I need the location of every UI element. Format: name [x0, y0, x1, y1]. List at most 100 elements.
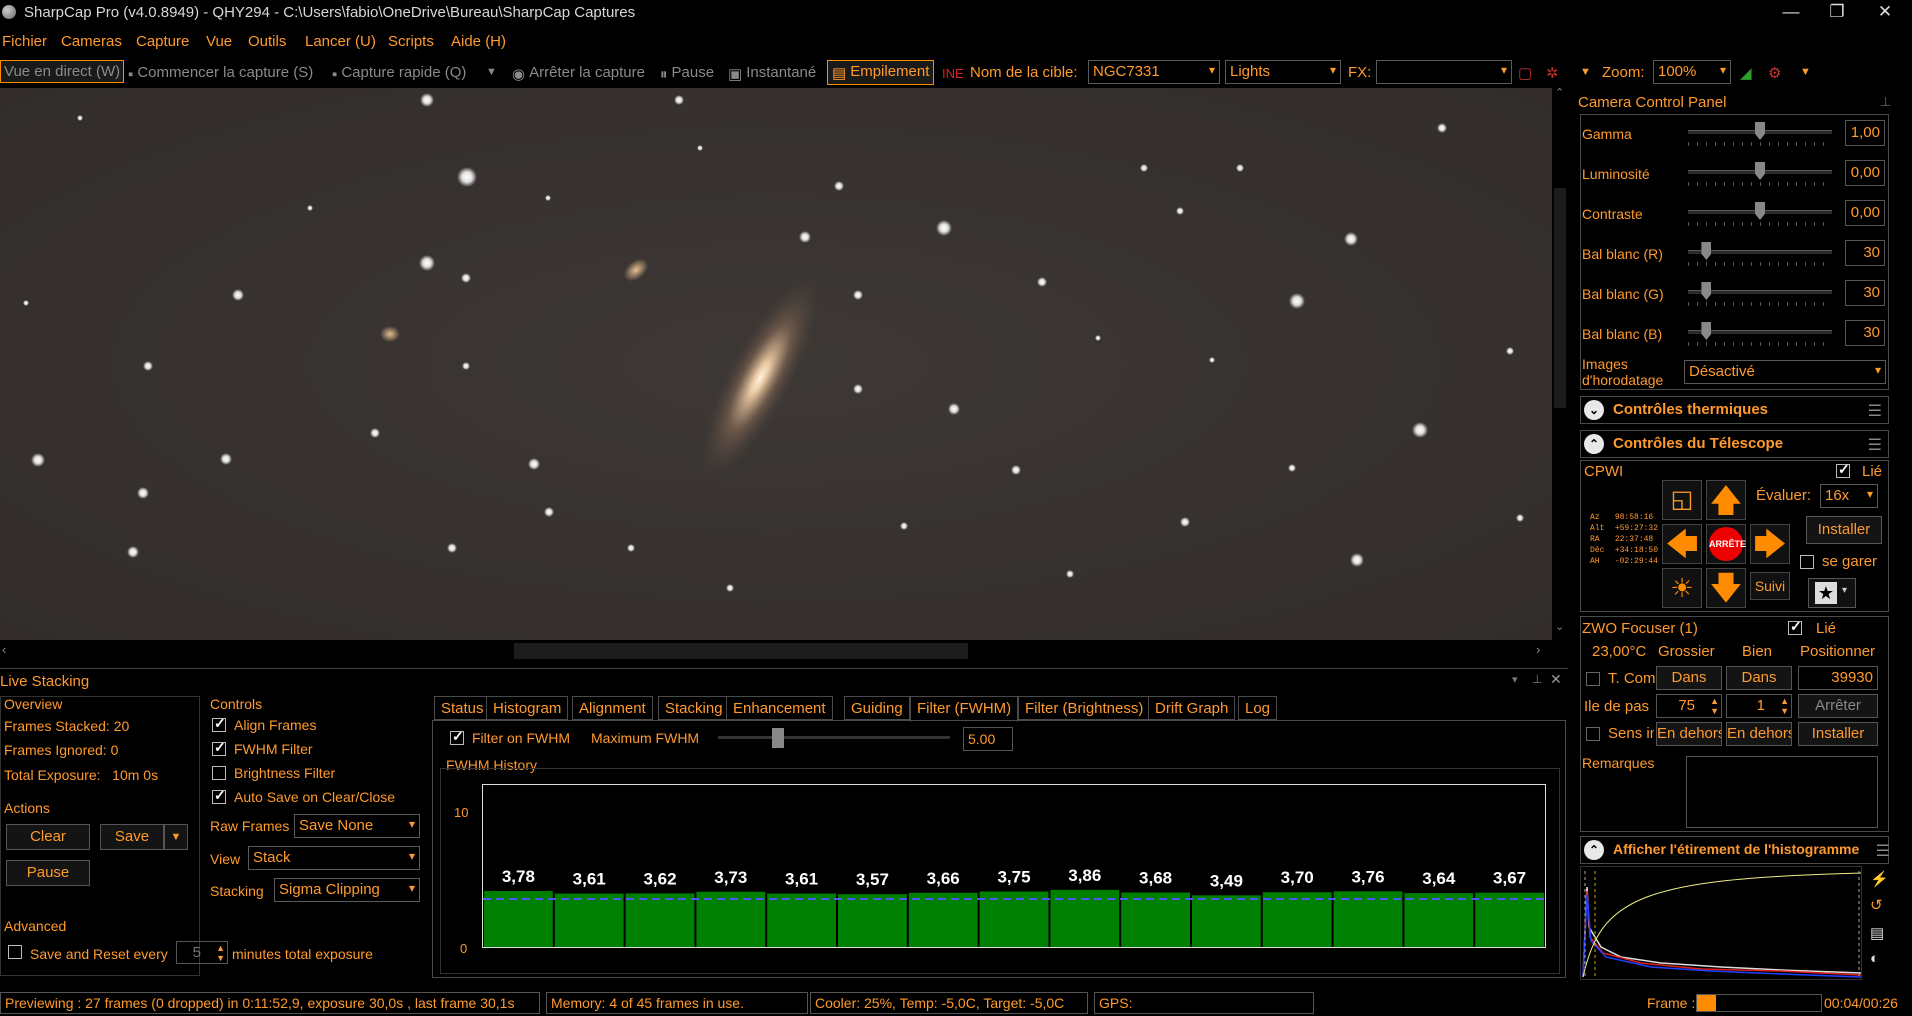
fine-step-field[interactable]: 1 ▲ ▼ — [1726, 694, 1792, 718]
thermal-controls-header[interactable]: ⌄ Contrôles thermiques ☰ — [1580, 396, 1889, 424]
pin-icon[interactable]: ⊥ — [1532, 672, 1542, 686]
menu-cameras[interactable]: Cameras — [61, 33, 122, 50]
goto-star-button[interactable]: ★ ▾ — [1808, 578, 1856, 608]
contrast-icon[interactable]: ◐ — [1870, 950, 1879, 967]
focuser-stop-button[interactable]: Arrêter — [1798, 694, 1878, 718]
fine-in-button[interactable]: Dans — [1726, 666, 1792, 690]
minimize-icon[interactable]: — — [1768, 0, 1814, 26]
notes-textarea[interactable] — [1686, 756, 1878, 828]
viewer-vertical-scrollbar[interactable]: ⌃ ⌄ — [1552, 87, 1568, 640]
pin-icon[interactable]: ⊥ — [1880, 94, 1891, 110]
quick-capture-button[interactable]: ▪ Capture rapide (Q) — [332, 64, 466, 83]
menu-vue[interactable]: Vue — [206, 33, 232, 50]
live-view-button[interactable]: Vue en direct (W) — [0, 60, 125, 83]
save-reset-checkbox[interactable] — [8, 945, 22, 959]
timestamp-select[interactable]: Désactivé — [1684, 360, 1886, 384]
maximize-icon[interactable]: ❐ — [1814, 0, 1860, 26]
spinner-icon[interactable]: ▲ ▼ — [216, 943, 225, 963]
slider-value-field[interactable]: 30 — [1845, 280, 1885, 306]
menu-aide[interactable]: Aide (H) — [451, 33, 506, 50]
collapse-icon[interactable]: ⌃ — [1584, 434, 1604, 454]
south-arrow-icon[interactable]: 🡇 — [1706, 568, 1746, 608]
histogram-icon[interactable]: ◢ — [1740, 64, 1752, 82]
telescope-linked-checkbox[interactable] — [1836, 461, 1850, 478]
pause-stacking-button[interactable]: Pause — [6, 860, 90, 886]
roi-icon[interactable]: ▢ — [1518, 64, 1532, 82]
ine-icon[interactable]: INE — [942, 66, 964, 81]
histogram-stretch-graph[interactable] — [1580, 866, 1862, 980]
slider-thumb[interactable] — [1755, 122, 1765, 140]
view-select[interactable]: Stack — [248, 846, 420, 870]
west-arrow-icon[interactable]: 🡄 — [1662, 524, 1702, 564]
slider-value-field[interactable]: 30 — [1845, 320, 1885, 346]
stacking-button[interactable]: ▤ Empilement — [827, 60, 935, 85]
spinner-icon[interactable]: ▲ ▼ — [1780, 696, 1789, 716]
tab-histogram[interactable]: Histogram — [486, 696, 569, 720]
focus-assist-icon[interactable]: ⚙ — [1768, 64, 1781, 82]
menu-capture[interactable]: Capture — [136, 33, 189, 50]
frame-type-select[interactable]: Lights — [1225, 60, 1341, 84]
telescope-install-button[interactable]: Installer — [1806, 516, 1882, 544]
start-capture-button[interactable]: ▪ Commencer la capture (S) — [128, 64, 313, 83]
reset-icon[interactable]: ↺ — [1870, 896, 1883, 914]
expand-icon[interactable]: ⌄ — [1584, 400, 1604, 420]
viewer-horizontal-scrollbar[interactable]: ‹ › — [0, 640, 1568, 662]
focuser-position-field[interactable]: 39930 — [1798, 666, 1878, 690]
target-name-input[interactable]: NGC7331 — [1088, 60, 1220, 84]
fx-select[interactable] — [1376, 60, 1512, 84]
tab-stacking[interactable]: Stacking — [658, 696, 730, 720]
slider-thumb[interactable] — [1701, 282, 1712, 300]
more-dropdown-icon[interactable]: ▼ — [1800, 66, 1811, 78]
north-arrow-icon[interactable]: 🡅 — [1706, 480, 1746, 520]
save-button[interactable]: Save — [100, 824, 164, 850]
auto-stretch-icon[interactable]: ⚡ — [1870, 870, 1889, 888]
sun-icon[interactable]: ☀ — [1662, 568, 1702, 608]
rate-select[interactable]: 16x — [1820, 484, 1878, 508]
save-icon[interactable]: ▤ — [1870, 924, 1884, 942]
crosshair-icon[interactable]: ✲ — [1546, 64, 1559, 82]
menu-lancer[interactable]: Lancer (U) — [305, 33, 376, 50]
align-frames-checkbox[interactable] — [212, 715, 226, 732]
max-fwhm-slider[interactable] — [718, 728, 950, 748]
slider-thumb[interactable] — [1701, 322, 1712, 340]
menu-icon[interactable]: ☰ — [1868, 435, 1882, 455]
tab-guiding[interactable]: Guiding — [844, 696, 910, 720]
menu-icon[interactable]: ☰ — [1868, 401, 1882, 421]
dropdown-icon[interactable]: ▾ — [1512, 673, 1518, 686]
stacking-mode-select[interactable]: Sigma Clipping — [274, 878, 420, 902]
fwhm-filter-checkbox[interactable] — [212, 739, 226, 756]
clear-button[interactable]: Clear — [6, 824, 90, 850]
brightness-filter-checkbox[interactable] — [212, 766, 226, 780]
slider-thumb[interactable] — [1755, 202, 1765, 220]
menu-icon[interactable]: ☰ — [1876, 841, 1890, 861]
menu-fichier[interactable]: Fichier — [2, 33, 47, 50]
tracking-button[interactable]: Suivi — [1750, 572, 1790, 600]
minutes-field[interactable]: 5 ▲ ▼ — [176, 941, 228, 964]
telescope-controls-header[interactable]: ⌃ Contrôles du Télescope ☰ — [1580, 430, 1889, 458]
filter-on-fwhm-checkbox[interactable] — [450, 728, 464, 745]
fine-out-button[interactable]: En dehors — [1726, 722, 1792, 746]
snapshot-button[interactable]: ▣ Instantané — [728, 64, 816, 83]
histogram-stretch-header[interactable]: ⌃ Afficher l'étirement de l'histogramme ☰ — [1580, 836, 1890, 864]
max-fwhm-field[interactable]: 5.00 — [963, 727, 1013, 751]
slider-thumb[interactable] — [1755, 162, 1765, 180]
coarse-in-button[interactable]: Dans — [1656, 666, 1722, 690]
tab-log[interactable]: Log — [1238, 696, 1278, 720]
park-checkbox[interactable] — [1800, 555, 1814, 569]
coarse-out-button[interactable]: En dehors — [1656, 722, 1722, 746]
tab-status[interactable]: Status — [434, 696, 491, 720]
slider-value-field[interactable]: 30 — [1845, 240, 1885, 266]
tab-drift-graph[interactable]: Drift Graph — [1148, 696, 1236, 720]
tab-enhancement[interactable]: Enhancement — [726, 696, 833, 720]
raw-frames-select[interactable]: Save None — [294, 814, 420, 838]
close-icon[interactable]: ✕ — [1550, 671, 1562, 688]
east-arrow-icon[interactable]: 🡆 — [1750, 524, 1790, 564]
menu-outils[interactable]: Outils — [248, 33, 286, 50]
slider-value-field[interactable]: 0,00 — [1845, 200, 1885, 226]
save-dropdown-icon[interactable]: ▼ — [164, 824, 188, 850]
quick-capture-dropdown-icon[interactable]: ▼ — [486, 66, 497, 78]
slider-thumb[interactable] — [1701, 242, 1712, 260]
stop-capture-button[interactable]: ◉ Arrêter la capture — [512, 64, 645, 83]
reverse-checkbox[interactable] — [1586, 727, 1600, 741]
tab-filter-fwhm[interactable]: Filter (FWHM) — [910, 696, 1019, 722]
